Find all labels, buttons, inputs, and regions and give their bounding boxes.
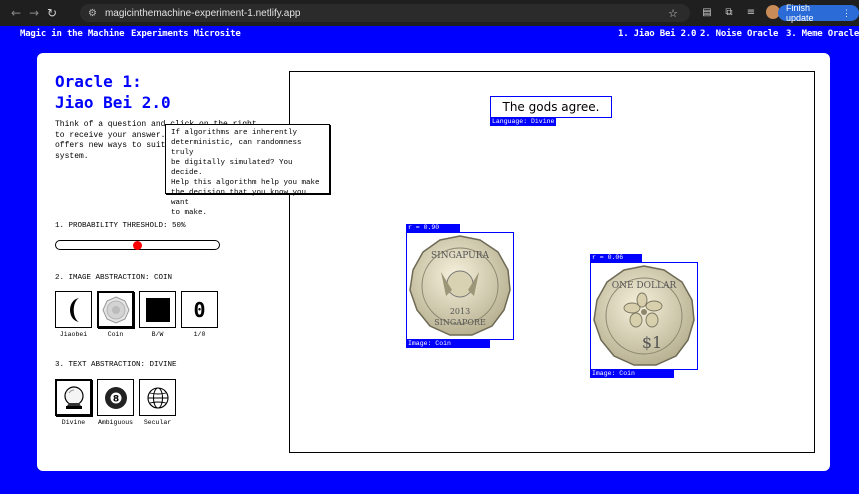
r-value-tag: r = 0.06: [590, 254, 642, 262]
eight-ball-digit: 8: [112, 394, 118, 404]
globe-icon: [146, 386, 169, 409]
page-title: Oracle 1: Jiao Bei 2.0: [55, 71, 171, 113]
tooltip-line: be digitally simulated? You decide.: [171, 159, 293, 177]
option-box[interactable]: [55, 379, 92, 416]
coin-top-text: ONE DOLLAR: [612, 281, 677, 291]
browser-toolbar: ← → ↻ ⚙ magicinthemachine-experiment-1.n…: [0, 0, 859, 26]
r-value-tag: r = 0.90: [406, 224, 460, 232]
image-tag: Image: Coin: [590, 370, 674, 378]
nav-link-jiao-bei[interactable]: 1. Jiao Bei 2.0: [618, 29, 696, 39]
text-option-divine[interactable]: Divine: [55, 379, 92, 426]
address-bar[interactable]: ⚙ magicinthemachine-experiment-1.netlify…: [80, 4, 690, 22]
media-icon[interactable]: ≡: [744, 5, 758, 19]
image-option-coin[interactable]: Coin: [97, 291, 134, 338]
option-box[interactable]: [139, 291, 176, 328]
extensions-icon[interactable]: ⧉: [722, 5, 736, 19]
option-label: Coin: [107, 331, 124, 338]
top-nav: Magic in the Machine Experiments Microsi…: [0, 26, 859, 44]
option-label: 1/0: [193, 331, 206, 338]
oracle-panel: Oracle 1: Jiao Bei 2.0 Think of a questi…: [37, 53, 830, 471]
tooltip-line: to make.: [171, 209, 208, 217]
image-option-binary[interactable]: 0 1/0: [181, 291, 218, 338]
answer-box: The gods agree.: [490, 96, 612, 118]
coin-year: 2013: [450, 307, 470, 316]
finish-update-label: Finish update: [786, 3, 814, 23]
text-options: Divine 8 Ambiguous Secular: [55, 379, 176, 426]
microsite-link[interactable]: Experiments Microsite: [131, 29, 241, 39]
coin-value: $1: [642, 333, 662, 352]
tooltip-line: If algorithms are inherently: [171, 129, 298, 137]
tooltip-line: Help this algorithm help you make: [171, 179, 320, 187]
slider-thumb[interactable]: [132, 241, 142, 250]
coin-icon: [101, 295, 130, 324]
singapore-coin-image: SINGAPURA 2013 SINGAPORE: [409, 235, 511, 336]
back-icon[interactable]: ←: [6, 3, 26, 23]
option-box[interactable]: [139, 379, 176, 416]
coin-bottom-text: SINGAPORE: [434, 318, 486, 327]
zero-digit: 0: [193, 297, 206, 322]
site: Magic in the Machine Experiments Microsi…: [0, 26, 859, 494]
crystal-ball-icon: [63, 385, 84, 409]
option-box[interactable]: 0: [181, 291, 218, 328]
image-tag: Image: Coin: [406, 340, 490, 348]
brand-link[interactable]: Magic in the Machine: [20, 29, 125, 39]
option-label: Ambiguous: [97, 419, 134, 426]
bookmark-star-icon[interactable]: ☆: [668, 7, 678, 20]
one-dollar-coin-image: ONE DOLLAR $1: [593, 265, 695, 366]
coin-top-text: SINGAPURA: [431, 251, 490, 261]
option-box[interactable]: 8: [97, 379, 134, 416]
oracle-canvas[interactable]: The gods agree. Language: Divine r = 0.9…: [289, 71, 815, 453]
nav-link-noise-oracle[interactable]: 2. Noise Oracle: [700, 29, 778, 39]
info-tooltip: If algorithms are inherently determinist…: [165, 124, 330, 217]
probability-threshold-label: 1. PROBABILITY THRESHOLD: 50%: [55, 222, 186, 230]
option-box[interactable]: [97, 291, 134, 328]
option-label: Secular: [143, 419, 172, 426]
reload-icon[interactable]: ↻: [42, 3, 62, 23]
text-option-secular[interactable]: Secular: [139, 379, 176, 426]
reading-icon[interactable]: ▤: [700, 5, 714, 19]
option-box[interactable]: [55, 291, 92, 328]
image-options: Jiaobei Coin B/W 0 1/0: [55, 291, 218, 338]
url-text: magicinthemachine-experiment-1.netlify.a…: [104, 7, 301, 19]
text-abstraction-label: 3. TEXT ABSTRACTION: DIVINE: [55, 361, 177, 369]
finish-update-button[interactable]: Finish update ⋮: [778, 3, 859, 23]
image-option-bw[interactable]: B/W: [139, 291, 176, 338]
image-abstraction-label: 2. IMAGE ABSTRACTION: COIN: [55, 274, 173, 282]
option-label: B/W: [151, 331, 164, 338]
text-option-ambiguous[interactable]: 8 Ambiguous: [97, 379, 134, 426]
option-label: Divine: [61, 419, 86, 426]
tooltip-line: the decision that you know you want: [171, 189, 307, 207]
probability-slider[interactable]: [55, 240, 220, 250]
forward-icon[interactable]: →: [24, 3, 44, 23]
title-line-2: Jiao Bei 2.0: [55, 93, 171, 112]
title-line-1: Oracle 1:: [55, 72, 142, 91]
image-option-jiaobei[interactable]: Jiaobei: [55, 291, 92, 338]
language-tag: Language: Divine: [490, 118, 557, 126]
site-settings-icon[interactable]: ⚙: [88, 8, 97, 19]
black-square-icon: [145, 297, 170, 322]
crescent-icon: [69, 297, 79, 322]
tooltip-line: deterministic, can randomness truly: [171, 139, 302, 157]
eight-ball-icon: 8: [104, 386, 127, 409]
nav-link-meme-oracle[interactable]: 3. Meme Oracle: [786, 29, 859, 39]
option-label: Jiaobei: [59, 331, 88, 338]
